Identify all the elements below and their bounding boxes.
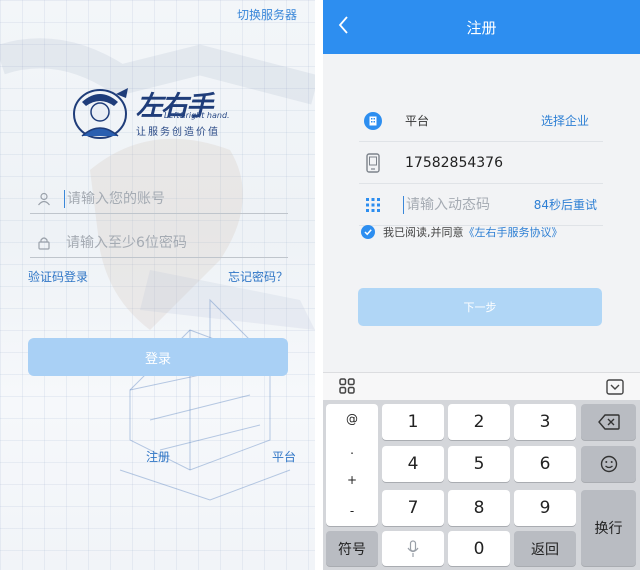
emoji-icon bbox=[600, 455, 617, 473]
key-6[interactable]: 6 bbox=[514, 446, 576, 482]
platform-row[interactable]: 平台 选择企业 bbox=[359, 100, 603, 142]
key-2[interactable]: 2 bbox=[448, 404, 510, 440]
page-title: 注册 bbox=[466, 18, 497, 37]
keyboard-hide-icon[interactable] bbox=[606, 379, 624, 399]
register-screen: 注册 平台 选择企业 17582854376 84秒后重试 bbox=[323, 0, 640, 570]
code-row[interactable]: 84秒后重试 bbox=[359, 184, 603, 226]
symbol-key[interactable]: - bbox=[326, 496, 378, 527]
emoji-key[interactable] bbox=[581, 446, 636, 482]
check-icon[interactable] bbox=[361, 225, 375, 239]
key-5[interactable]: 5 bbox=[448, 446, 510, 482]
building-icon bbox=[359, 111, 387, 130]
keyboard-toolbar bbox=[323, 372, 640, 400]
password-input[interactable] bbox=[66, 234, 266, 251]
key-3[interactable]: 3 bbox=[514, 404, 576, 440]
register-link[interactable]: 注册 bbox=[146, 448, 170, 465]
platform-link[interactable]: 平台 bbox=[272, 448, 296, 465]
user-icon bbox=[30, 192, 58, 206]
phone-row[interactable]: 17582854376 bbox=[359, 142, 603, 184]
symbol-column: @. + - bbox=[326, 404, 378, 526]
space-key[interactable] bbox=[382, 531, 444, 566]
key-0[interactable]: 0 bbox=[448, 531, 510, 566]
phone-icon bbox=[359, 152, 387, 173]
back-button[interactable] bbox=[337, 14, 351, 40]
key-1[interactable]: 1 bbox=[382, 404, 444, 440]
key-9[interactable]: 9 bbox=[514, 490, 576, 526]
app-grid-icon[interactable] bbox=[339, 378, 355, 398]
code-input[interactable] bbox=[406, 196, 516, 213]
select-company-button[interactable]: 选择企业 bbox=[541, 112, 589, 129]
text-cursor bbox=[64, 189, 65, 208]
text-cursor bbox=[403, 195, 404, 214]
logo-slogan: 让服务创造价值 bbox=[136, 127, 220, 138]
logo-text-en: Left&right hand. bbox=[164, 111, 230, 120]
key-8[interactable]: 8 bbox=[448, 490, 510, 526]
phone-value[interactable]: 17582854376 bbox=[405, 155, 503, 171]
password-field[interactable] bbox=[30, 228, 288, 258]
login-button[interactable]: 登录 bbox=[28, 338, 288, 376]
sms-login-link[interactable]: 验证码登录 bbox=[28, 268, 88, 285]
account-input[interactable] bbox=[67, 190, 267, 207]
newline-key[interactable]: 换行 bbox=[581, 490, 636, 566]
grid-dots-icon bbox=[359, 197, 387, 213]
backspace-icon bbox=[597, 414, 620, 430]
next-button[interactable]: 下一步 bbox=[358, 288, 602, 326]
symbol-key[interactable]: + bbox=[326, 465, 378, 496]
login-screen: 切换服务器 左右手 Left&right hand. 让服务创造价值 验证码登录… bbox=[0, 0, 315, 570]
agreement-row[interactable]: 我已阅读,并同意 《左右手服务协议》 bbox=[361, 224, 563, 240]
chevron-left-icon bbox=[338, 16, 348, 34]
back-key[interactable]: 返回 bbox=[514, 531, 576, 566]
backspace-key[interactable] bbox=[581, 404, 636, 440]
key-7[interactable]: 7 bbox=[382, 490, 444, 526]
microphone-icon bbox=[407, 539, 419, 557]
account-field[interactable] bbox=[30, 184, 288, 214]
agreement-link[interactable]: 《左右手服务协议》 bbox=[464, 224, 563, 240]
forgot-password-link[interactable]: 忘记密码？ bbox=[228, 268, 288, 285]
numeric-keyboard: 1 2 3 4 5 6 7 8 9 换行 符号 0 返回 @. + - bbox=[323, 400, 640, 570]
mascot-icon bbox=[73, 88, 128, 139]
brand-logo: 左右手 Left&right hand. 让服务创造价值 bbox=[72, 84, 252, 140]
resend-code-button[interactable]: 84秒后重试 bbox=[534, 196, 597, 213]
symbol-key[interactable]: . bbox=[326, 435, 378, 466]
switch-server-link[interactable]: 切换服务器 bbox=[237, 6, 297, 23]
lock-icon bbox=[30, 236, 58, 250]
nav-bar: 注册 bbox=[323, 0, 640, 54]
symbols-key[interactable]: 符号 bbox=[326, 531, 378, 566]
platform-label: 平台 bbox=[405, 114, 430, 128]
key-4[interactable]: 4 bbox=[382, 446, 444, 482]
agree-text: 我已阅读,并同意 bbox=[383, 226, 464, 239]
symbol-key[interactable]: @ bbox=[326, 404, 378, 435]
